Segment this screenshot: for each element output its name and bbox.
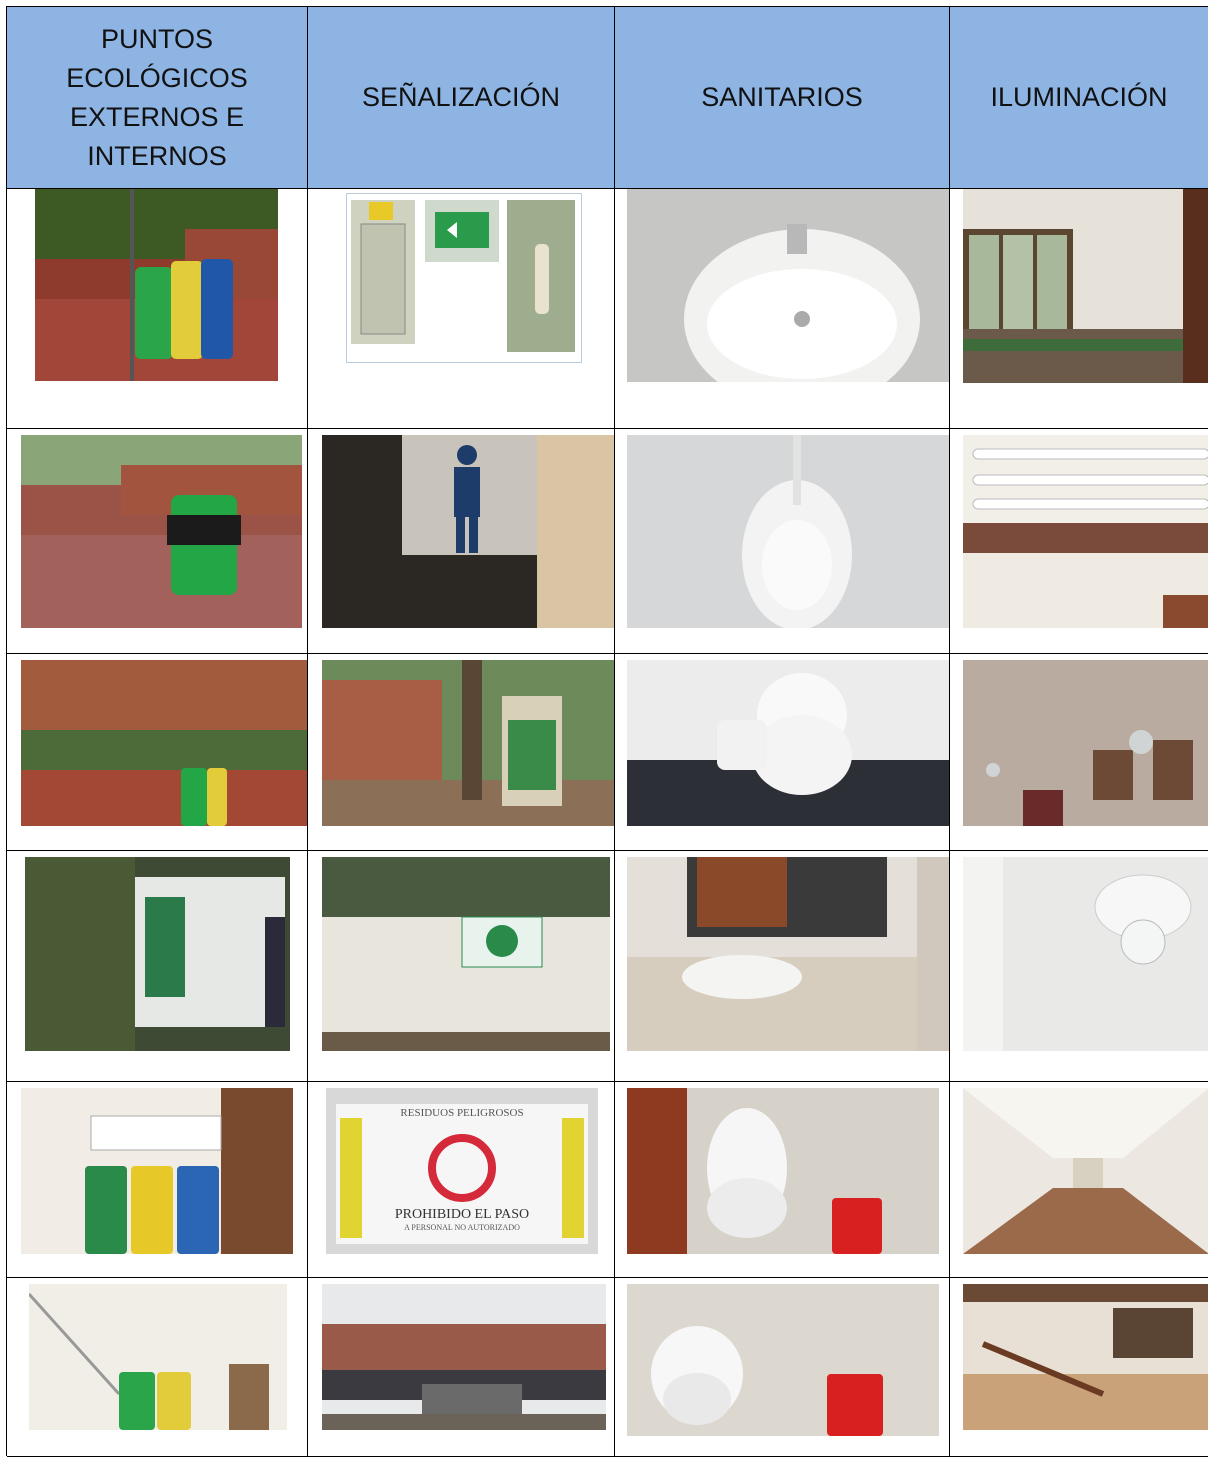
cell-r5-c1 (7, 1082, 308, 1278)
storage-shed-photo (25, 857, 290, 1051)
cell-r1-c3 (615, 189, 950, 429)
prohibido-text: PROHIBIDO EL PASO (395, 1207, 529, 1222)
electrical-panel-exit-sign-extinguisher-photo (346, 193, 582, 363)
cell-r3-c4 (950, 654, 1208, 851)
green-bin-garden-photo (21, 435, 302, 628)
cell-r6-c1 (7, 1278, 308, 1457)
dining-hall-windows-photo (963, 189, 1208, 383)
cell-r2-c1 (7, 429, 308, 654)
toilet-red-bin-photo (627, 1088, 939, 1254)
cell-r1-c4 (950, 189, 1208, 429)
hanging-lamps-hall-photo (963, 660, 1208, 826)
urinal-photo (627, 435, 949, 628)
cell-r5-c3 (615, 1082, 950, 1278)
men-restroom-sign-photo (322, 435, 614, 628)
corridor-lights-photo (963, 1088, 1208, 1254)
eco-point-garden-photo (21, 660, 307, 826)
cell-r3-c2 (308, 654, 615, 851)
cell-r6-c2 (308, 1278, 615, 1457)
ceiling-bulb-photo (963, 857, 1208, 1051)
staircase-window-photo (963, 1284, 1208, 1430)
hazardous-waste-sign-photo: RESIDUOS PELIGROSOS PROHIBIDO EL PASO A … (326, 1088, 598, 1254)
recycling-bins-outdoor-photo (35, 189, 278, 381)
washbasin-photo (627, 189, 949, 382)
cell-r1-c2 (308, 189, 615, 429)
tiled-sink-mirror-photo (627, 857, 949, 1051)
cell-r5-c4 (950, 1082, 1208, 1278)
two-bins-stairwell-photo (29, 1284, 287, 1430)
header-puntos-ecologicos: PUNTOS ECOLÓGICOS EXTERNOS E INTERNOS (7, 7, 308, 189)
cell-r4-c3 (615, 851, 950, 1082)
three-bins-indoor-photo (21, 1088, 293, 1254)
header-senalizacion: SEÑALIZACIÓN (308, 7, 615, 189)
cell-r4-c2 (308, 851, 615, 1082)
cell-r3-c1 (7, 654, 308, 851)
cell-r1-c1 (7, 189, 308, 429)
header-iluminacion: ILUMINACIÓN (950, 7, 1208, 189)
cell-r4-c1 (7, 851, 308, 1082)
cell-r5-c2: RESIDUOS PELIGROSOS PROHIBIDO EL PASO A … (308, 1082, 615, 1278)
toilet-photo (627, 660, 949, 826)
cell-r6-c4 (950, 1278, 1208, 1457)
cell-r2-c2 (308, 429, 615, 654)
cell-r4-c4 (950, 851, 1208, 1082)
cell-r6-c3 (615, 1278, 950, 1457)
information-board-campus-photo (322, 660, 614, 826)
cell-r3-c3 (615, 654, 950, 851)
header-sanitarios: SANITARIOS (615, 7, 950, 189)
fluorescent-tube-light-photo (963, 435, 1208, 628)
hazard-text: RESIDUOS PELIGROSOS (400, 1107, 523, 1119)
cell-r2-c3 (615, 429, 950, 654)
personal-text: A PERSONAL NO AUTORIZADO (404, 1223, 520, 1232)
cell-r2-c4 (950, 429, 1208, 654)
toilet-red-bin-corner-photo (627, 1284, 939, 1436)
recycling-symbol-wall-photo (322, 857, 610, 1051)
fenced-collection-area-photo (322, 1284, 606, 1430)
inspection-photo-table: PUNTOS ECOLÓGICOS EXTERNOS E INTERNOS SE… (6, 6, 1208, 1457)
